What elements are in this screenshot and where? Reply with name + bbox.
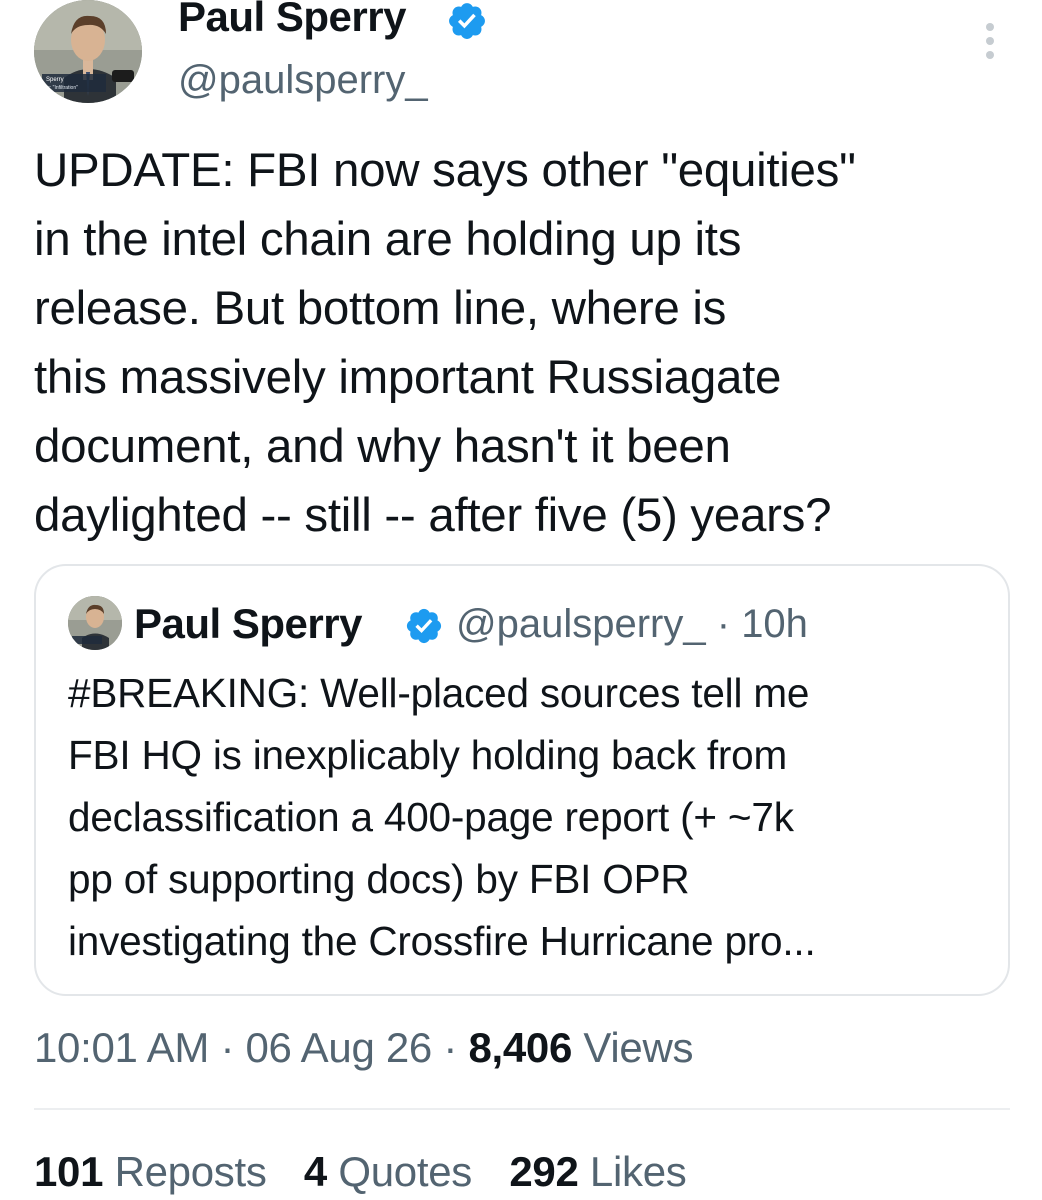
- quoted-text-line: #BREAKING: Well-placed sources tell me: [68, 670, 810, 716]
- quotes-count: 4: [303, 1148, 327, 1195]
- tweet-text-line: document, and why hasn't it been: [34, 420, 731, 473]
- reposts-count: 101: [34, 1148, 104, 1195]
- tweet-meta: 10:01 AM · 06 Aug 26 · 8,406 Views: [34, 1020, 694, 1076]
- tweet-text: UPDATE: FBI now says other "equities" in…: [34, 136, 1024, 550]
- quoted-tweet-card[interactable]: Paul Sperry @paulsperry_ · 10h #BREAKING…: [34, 564, 1010, 996]
- meta-separator: ·: [220, 1024, 235, 1071]
- meta-separator: ·: [443, 1024, 458, 1071]
- tweet-text-line: UPDATE: FBI now says other "equities": [34, 144, 856, 197]
- author-avatar[interactable]: Sperry ie: "Infiltration": [34, 0, 142, 103]
- tweet-date[interactable]: 06 Aug 26: [246, 1024, 433, 1071]
- reposts-stat[interactable]: 101 Reposts: [34, 1144, 267, 1200]
- views-label: Views: [583, 1024, 694, 1071]
- quoted-author-avatar[interactable]: [68, 596, 122, 650]
- likes-label: Likes: [589, 1148, 687, 1195]
- avatar-caption-name: Sperry: [46, 77, 64, 83]
- quoted-text-line: investigating the Crossfire Hurricane pr…: [68, 918, 816, 964]
- tweet-text-line: this massively important Russiagate: [34, 351, 782, 404]
- quoted-author-display-name[interactable]: Paul Sperry: [134, 598, 362, 650]
- verified-badge-icon: [406, 608, 442, 644]
- quoted-text-line: pp of supporting docs) by FBI OPR: [68, 856, 690, 902]
- quoted-tweet-meta: @paulsperry_ · 10h: [456, 598, 808, 650]
- tweet-time[interactable]: 10:01 AM: [34, 1024, 209, 1071]
- views-count: 8,406: [468, 1024, 573, 1071]
- verified-badge-icon: [449, 3, 485, 39]
- likes-count: 292: [509, 1148, 579, 1195]
- quotes-stat[interactable]: 4 Quotes: [304, 1144, 472, 1200]
- quotes-label: Quotes: [338, 1148, 472, 1195]
- likes-stat[interactable]: 292 Likes: [509, 1144, 686, 1200]
- avatar-caption-subtitle: ie: "Infiltration": [46, 85, 78, 91]
- quoted-text-line: declassification a 400-page report (+ ~7…: [68, 794, 794, 840]
- engagement-stats: 101 Reposts 4 Quotes 292 Likes: [34, 1144, 712, 1200]
- meta-separator: ·: [716, 602, 731, 646]
- tweet-text-line: daylighted -- still -- after five (5) ye…: [34, 489, 832, 542]
- author-handle[interactable]: @paulsperry_: [178, 56, 428, 104]
- author-display-name[interactable]: Paul Sperry: [178, 0, 406, 42]
- quoted-tweet-text: #BREAKING: Well-placed sources tell me F…: [68, 662, 998, 972]
- divider: [34, 1108, 1010, 1110]
- quoted-author-handle[interactable]: @paulsperry_: [456, 602, 706, 646]
- quoted-tweet-time[interactable]: 10h: [741, 602, 808, 646]
- tweet-text-line: in the intel chain are holding up its: [34, 213, 742, 266]
- tweet-text-line: release. But bottom line, where is: [34, 282, 727, 335]
- more-options-icon[interactable]: [976, 20, 1004, 62]
- quoted-text-line: FBI HQ is inexplicably holding back from: [68, 732, 788, 778]
- reposts-label: Reposts: [114, 1148, 267, 1195]
